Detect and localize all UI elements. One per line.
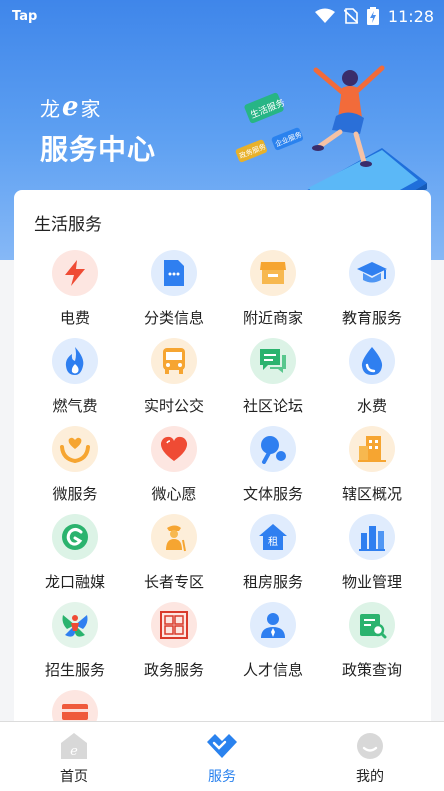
buildings-icon — [349, 426, 395, 472]
policy-search-icon — [349, 602, 395, 648]
service-micro-service[interactable]: 微服务 — [26, 426, 124, 514]
ping-pong-icon — [250, 426, 296, 472]
section-title: 生活服务 — [34, 215, 102, 235]
service-gas-fee[interactable]: 燃气费 — [26, 338, 124, 426]
flame-icon — [52, 338, 98, 384]
bus-icon — [151, 338, 197, 384]
rent-house-icon: 租 — [250, 514, 296, 560]
status-app-label: Tap — [12, 8, 38, 24]
shop-icon — [250, 250, 296, 296]
talent-person-icon — [250, 602, 296, 648]
hand-heart-icon — [52, 426, 98, 472]
chat-icon — [250, 338, 296, 384]
service-government-affairs[interactable]: 政务服务 — [125, 602, 223, 690]
brand-logo: 龙 e 家 — [40, 92, 101, 122]
service-electricity[interactable]: 电费 — [26, 250, 124, 338]
svg-text:e: e — [70, 744, 78, 759]
service-elder-zone[interactable]: 长者专区 — [125, 514, 223, 602]
no-sim-icon — [343, 8, 358, 24]
enrollment-logo-icon — [52, 602, 98, 648]
service-classified-info[interactable]: 分类信息 — [125, 250, 223, 338]
page-title: 服务中心 — [40, 133, 157, 166]
service-nearby-merchants[interactable]: 附近商家 — [224, 250, 322, 338]
service-realtime-bus[interactable]: 实时公交 — [125, 338, 223, 426]
heart-icon — [151, 426, 197, 472]
brand-block: 龙 e 家 服务中心 — [40, 92, 156, 168]
status-bar: Tap 11:28 — [0, 0, 444, 32]
document-icon — [151, 250, 197, 296]
service-policy-query[interactable]: 政策查询 — [323, 602, 421, 690]
lightning-icon — [52, 250, 98, 296]
tab-home[interactable]: e 首页 — [24, 730, 124, 786]
service-micro-wish[interactable]: 微心愿 — [125, 426, 223, 514]
service-sports-culture[interactable]: 文体服务 — [224, 426, 322, 514]
service-education[interactable]: 教育服务 — [323, 250, 421, 338]
service-longkou-media[interactable]: 龙口融媒 — [26, 514, 124, 602]
service-rental[interactable]: 租 租房服务 — [224, 514, 322, 602]
service-enrollment[interactable]: 招生服务 — [26, 602, 124, 690]
tab-services[interactable]: 服务 — [172, 730, 272, 786]
bottom-tab-bar: e 首页 服务 我的 — [0, 721, 444, 791]
service-community-forum[interactable]: 社区论坛 — [224, 338, 322, 426]
government-seal-icon — [151, 602, 197, 648]
service-district-overview[interactable]: 辖区概况 — [323, 426, 421, 514]
status-time: 11:28 — [387, 6, 434, 26]
service-property-management[interactable]: 物业管理 — [323, 514, 421, 602]
wifi-icon — [314, 8, 335, 23]
service-handshake-icon — [172, 730, 272, 762]
service-water-fee[interactable]: 水费 — [323, 338, 421, 426]
elder-icon — [151, 514, 197, 560]
property-building-icon — [349, 514, 395, 560]
profile-face-icon — [320, 730, 420, 762]
life-services-card: 生活服务 电费 分类信息 附近商家 教育服务 燃气费 实时公交 社区论坛 水费 … — [14, 190, 431, 736]
home-icon: e — [24, 730, 124, 762]
water-drop-icon — [349, 338, 395, 384]
tab-profile[interactable]: 我的 — [320, 730, 420, 786]
service-talent-info[interactable]: 人才信息 — [224, 602, 322, 690]
media-logo-icon — [52, 514, 98, 560]
svg-text:租: 租 — [268, 535, 278, 548]
graduation-cap-icon — [349, 250, 395, 296]
battery-charging-icon — [366, 7, 379, 25]
